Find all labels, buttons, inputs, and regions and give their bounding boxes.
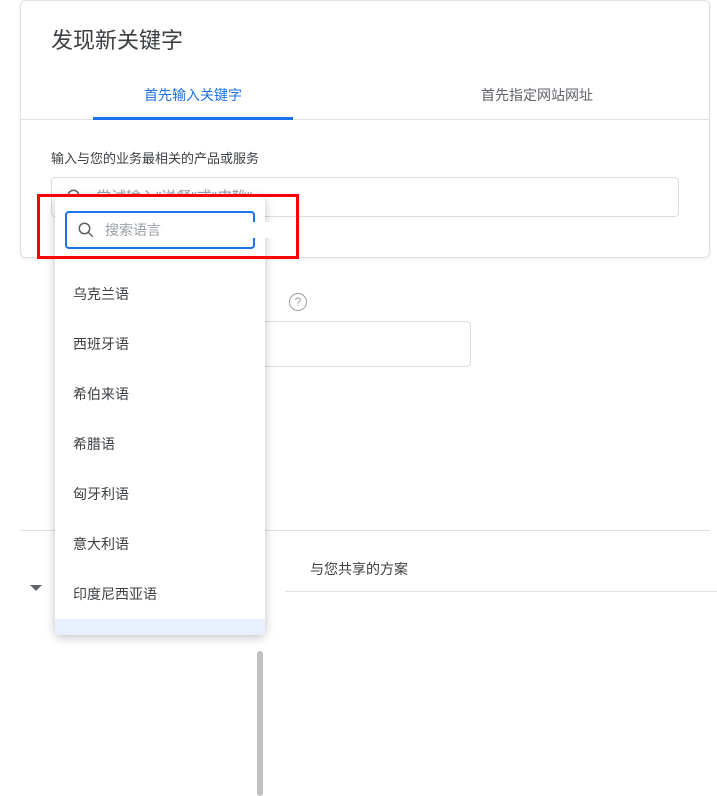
language-option[interactable]: 乌克兰语 [55,269,265,319]
language-dropdown: 乌克兰语 西班牙语 希伯来语 希腊语 匈牙利语 意大利语 印度尼西亚语 英语 [55,197,265,635]
page-title: 发现新关键字 [21,1,709,73]
language-option[interactable]: 希腊语 [55,419,265,469]
search-icon [77,221,95,239]
language-option-selected[interactable]: 英语 [55,619,265,635]
divider [285,591,717,592]
language-search-row[interactable] [65,211,255,249]
language-option[interactable]: 匈牙利语 [55,469,265,519]
scrollbar-thumb[interactable] [257,651,263,796]
language-option[interactable]: 西班牙语 [55,319,265,369]
help-icon[interactable]: ? [289,293,307,311]
language-list[interactable]: 乌克兰语 西班牙语 希伯来语 希腊语 匈牙利语 意大利语 印度尼西亚语 英语 [55,255,265,635]
tab-website[interactable]: 首先指定网站网址 [365,73,709,119]
section-label: 输入与您的业务最相关的产品或服务 [21,120,709,177]
language-option[interactable]: 印度尼西亚语 [55,569,265,619]
tab-keywords[interactable]: 首先输入关键字 [21,73,365,119]
chevron-down-icon[interactable] [30,585,42,591]
tabs: 首先输入关键字 首先指定网站网址 [21,73,709,120]
language-search-input[interactable] [105,222,286,238]
language-option[interactable]: 希伯来语 [55,369,265,419]
shared-plans-tab[interactable]: 与您共享的方案 [310,559,408,579]
language-option[interactable]: 意大利语 [55,519,265,569]
